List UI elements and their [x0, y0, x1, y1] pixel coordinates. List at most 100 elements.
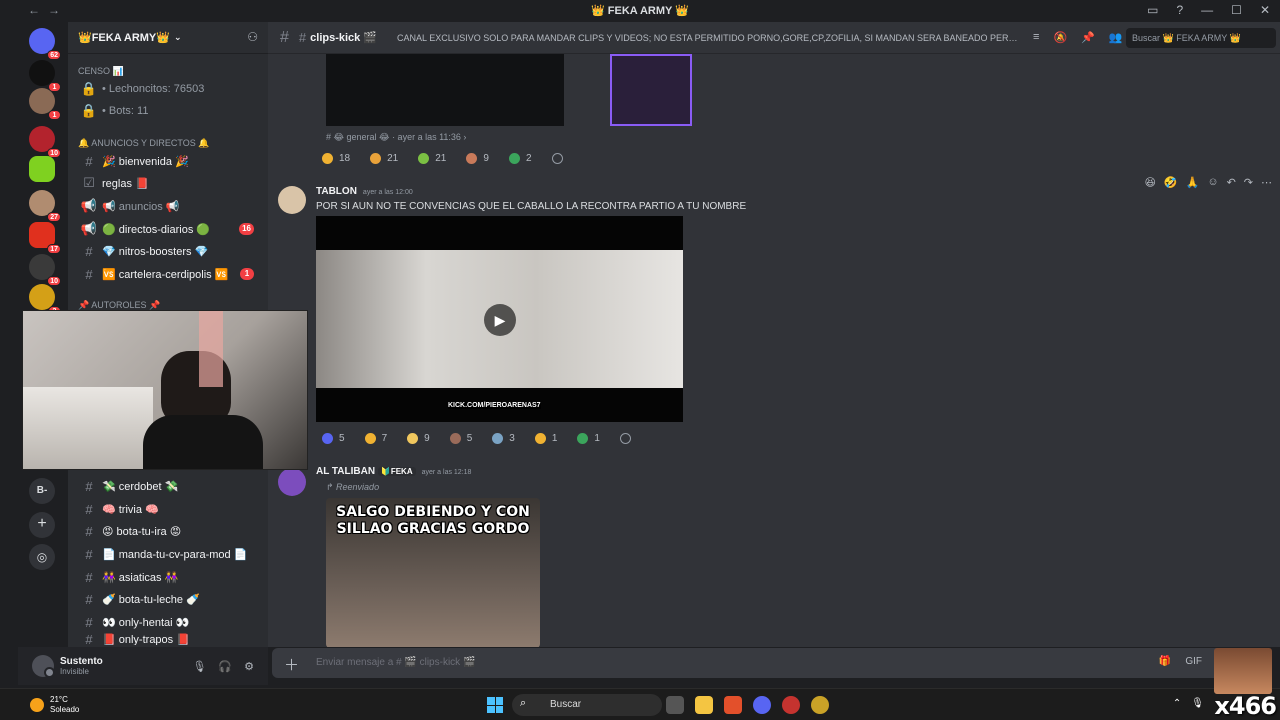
channel-anuncios[interactable]: 📢 📢 anuncios 📢 [76, 195, 262, 217]
bell-icon[interactable]: 🔕 [1053, 31, 1067, 44]
category-censo[interactable]: CENSO 📊 [78, 66, 124, 77]
direct-messages-icon[interactable]: 62 [29, 28, 61, 60]
brave-browser-icon[interactable] [724, 696, 742, 714]
add-reaction-icon[interactable]: ☺ [1207, 176, 1218, 189]
channel-cerdobet[interactable]: # 💸 cerdobet 💸 [76, 475, 262, 497]
attach-plus-icon[interactable]: ＋ [284, 654, 299, 675]
server-icon[interactable]: 1 [29, 88, 61, 120]
reaction[interactable]: 2 [503, 148, 538, 168]
minimize-button[interactable]: — [1201, 3, 1213, 17]
explore-icon[interactable]: ◎ [29, 544, 55, 570]
video-embed[interactable]: ▶ KICK.COM/PIEROARENAS7 [316, 216, 683, 422]
reaction[interactable]: 3 [486, 428, 521, 448]
gift-icon[interactable]: 🎁 [1159, 656, 1171, 667]
app-icon[interactable] [782, 696, 800, 714]
help-icon[interactable]: ? [1176, 3, 1183, 17]
channel-asiaticas[interactable]: # 👭 asiaticas 👭 [76, 566, 262, 588]
server-icon[interactable] [29, 156, 55, 182]
reaction[interactable]: 9 [401, 428, 436, 448]
reaction[interactable]: 21 [364, 148, 404, 168]
server-icon[interactable]: 2 [29, 284, 61, 316]
reaction-icon[interactable]: 🙏 [1186, 176, 1200, 189]
search-input[interactable]: Buscar 👑 FEKA ARMY 👑 [1126, 27, 1276, 48]
members-icon[interactable]: 👥 [1109, 31, 1123, 44]
threads-icon[interactable]: # [280, 29, 289, 47]
embed-image[interactable] [610, 54, 692, 126]
add-reaction-button[interactable] [546, 148, 569, 168]
gear-icon[interactable]: ⚙ [244, 660, 254, 673]
reaction[interactable]: 7 [359, 428, 394, 448]
author-name[interactable]: AL TALIBAN [316, 466, 375, 477]
task-view-icon[interactable] [666, 696, 684, 714]
author-name[interactable]: TABLON [316, 186, 357, 197]
more-icon[interactable]: ⋯ [1261, 176, 1272, 189]
forward-source[interactable]: # 😂 general 😂 · ayer a las 11:36 › [326, 132, 466, 143]
channel-manda-tu-cv[interactable]: # 📄 manda-tu-cv-para-mod 📄 [76, 543, 262, 565]
server-icon[interactable]: 27 [29, 190, 61, 222]
channel-bota-tu-ira[interactable]: # 😡 bota-tu-ira 😡 [76, 520, 262, 542]
add-server-icon[interactable]: + [29, 512, 55, 538]
channel-trivia[interactable]: # 🧠 trivia 🧠 [76, 498, 262, 520]
file-explorer-icon[interactable] [695, 696, 713, 714]
reaction[interactable]: 5 [316, 428, 351, 448]
taskbar-search[interactable]: ⌕ Buscar [512, 694, 662, 716]
channel-bienvenida[interactable]: # 🎉 bienvenida 🎉 [76, 150, 262, 172]
message-author[interactable]: TABLON ayer a las 12:00 [316, 186, 413, 197]
server-icon[interactable]: 17 [29, 222, 61, 254]
channel-directos-diarios[interactable]: 📢 🟢 directos-diarios 🟢 16 [76, 218, 262, 240]
server-icon[interactable]: 1 [29, 60, 61, 92]
threads-icon[interactable]: ≡ [1033, 31, 1039, 44]
message-input[interactable]: Enviar mensaje a # 🎬 clips-kick 🎬 [316, 657, 475, 668]
reaction[interactable]: 9 [460, 148, 495, 168]
maximize-button[interactable]: ☐ [1231, 3, 1242, 17]
windows-start-icon[interactable] [487, 697, 503, 713]
reaction[interactable]: 5 [444, 428, 479, 448]
forwarded-label: ↱ Reenviado [326, 482, 380, 492]
reaction[interactable]: 21 [412, 148, 452, 168]
play-icon[interactable]: ▶ [484, 304, 516, 336]
reply-icon[interactable]: ↶ [1227, 176, 1236, 189]
app-icon[interactable] [811, 696, 829, 714]
server-header[interactable]: 👑FEKA ARMY👑 ⌄ ⚇ [68, 22, 268, 54]
reaction-bar: 18 21 21 9 2 [316, 148, 575, 168]
embed-image[interactable] [326, 54, 564, 126]
microphone-icon[interactable]: 🎙 [192, 660, 206, 673]
server-icon[interactable]: 10 [29, 126, 61, 158]
reaction[interactable]: 18 [316, 148, 356, 168]
microphone-icon[interactable]: 🎙 [1191, 698, 1204, 709]
reaction-icon[interactable]: 😆 [1144, 176, 1155, 189]
channel-bota-tu-leche[interactable]: # 🍼 bota-tu-leche 🍼 [76, 588, 262, 610]
close-button[interactable]: ✕ [1260, 3, 1270, 17]
server-icon[interactable]: B- [29, 478, 55, 504]
meme-image[interactable]: SALGO DEBIENDO Y CON SILLAO GRACIAS GORD… [326, 498, 540, 647]
gif-icon[interactable]: GIF [1185, 656, 1202, 667]
channel-nitros-boosters[interactable]: # 💎 nitros-boosters 💎 [76, 240, 262, 262]
reaction[interactable]: 1 [529, 428, 564, 448]
message-author[interactable]: AL TALIBAN 🔰FEKA ayer a las 12:18 [316, 466, 471, 477]
forward-icon[interactable]: ↷ [1244, 176, 1253, 189]
add-reaction-button[interactable] [614, 428, 637, 448]
message-list[interactable]: # 😂 general 😂 · ayer a las 11:36 › 18 21… [268, 54, 1280, 647]
avatar[interactable] [32, 655, 55, 678]
role-tag[interactable]: 🔰FEKA [377, 467, 416, 476]
screen-icon[interactable]: ▭ [1147, 3, 1158, 17]
category-anuncios[interactable]: 🔔 ANUNCIOS Y DIRECTOS 🔔 [78, 138, 209, 149]
pin-icon[interactable]: 📌 [1081, 31, 1095, 44]
avatar[interactable] [278, 186, 306, 214]
chevron-up-icon[interactable]: ⌃ [1173, 698, 1181, 709]
reaction-icon[interactable]: 🤣 [1164, 176, 1178, 189]
reaction[interactable]: 1 [571, 428, 606, 448]
channel-topic[interactable]: CANAL EXCLUSIVO SOLO PARA MANDAR CLIPS Y… [397, 33, 1019, 43]
discord-icon[interactable] [753, 696, 771, 714]
channel-reglas[interactable]: ☑ reglas 📕 [76, 172, 262, 194]
stream-watermark: x466 [1214, 692, 1277, 720]
channel-cartelera-cerdipolis[interactable]: # 🆚 cartelera-cerdipolis 🆚 1 [76, 263, 262, 285]
weather-widget[interactable]: 21°C Soleado [30, 695, 79, 715]
channel-only-hentai[interactable]: # 👀 only-hentai 👀 [76, 611, 262, 633]
invite-icon[interactable]: ⚇ [247, 30, 258, 44]
channel-only-trapos[interactable]: # 📕 only-trapos 📕 [76, 633, 262, 645]
message-composer[interactable]: ＋ Enviar mensaje a # 🎬 clips-kick 🎬 🎁 GI… [272, 648, 1272, 678]
avatar[interactable] [278, 468, 306, 496]
server-icon[interactable]: 10 [29, 254, 61, 286]
headphones-icon[interactable]: 🎧 [218, 660, 232, 673]
